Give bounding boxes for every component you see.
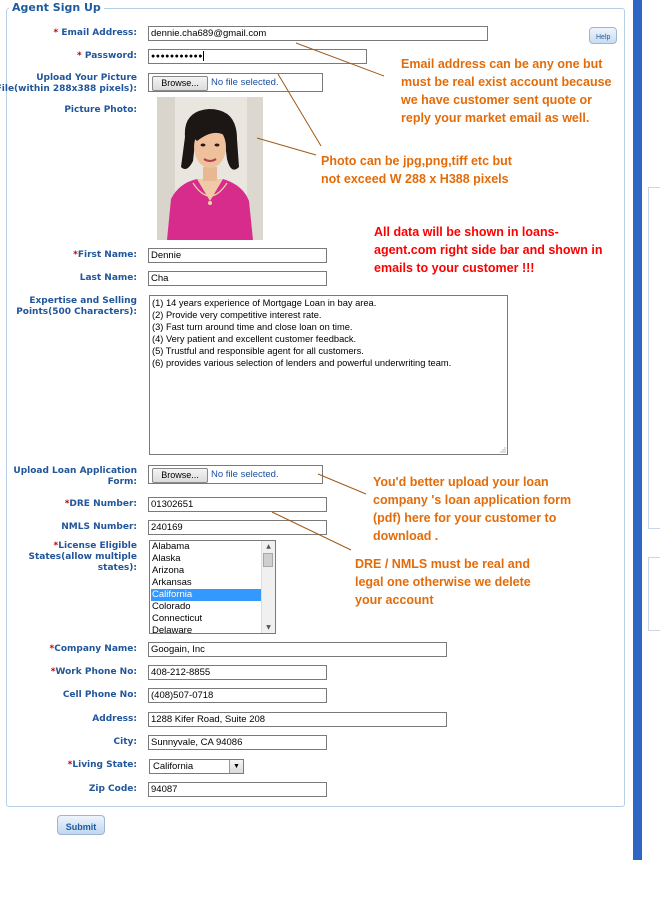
zip-code-field[interactable]: 94087 bbox=[148, 782, 327, 797]
state-option[interactable]: Arkansas bbox=[151, 577, 263, 589]
picture-browse-button[interactable]: Browse... bbox=[152, 76, 208, 91]
zip-code-label: Zip Code: bbox=[88, 784, 137, 794]
chevron-down-icon[interactable]: ▼ bbox=[229, 760, 243, 773]
expertise-line: (1) 14 years experience of Mortgage Loan… bbox=[152, 298, 377, 308]
picture-file-status: No file selected. bbox=[211, 77, 279, 88]
expertise-textarea[interactable]: (1) 14 years experience of Mortgage Loan… bbox=[149, 295, 508, 455]
address-field[interactable]: 1288 Kifer Road, Suite 208 bbox=[148, 712, 447, 727]
expertise-line: (3) Fast turn around time and close loan… bbox=[152, 322, 353, 332]
loan-application-label: Upload Loan Application Form: bbox=[13, 466, 137, 487]
agent-photo bbox=[157, 97, 263, 240]
company-name-field[interactable]: Googain, Inc bbox=[148, 642, 447, 657]
right-sidebar-panel bbox=[648, 187, 660, 529]
loan-application-browse-button[interactable]: Browse... bbox=[152, 468, 208, 483]
email-label: * Email Address: bbox=[53, 28, 137, 38]
first-name-label: *First Name: bbox=[73, 250, 137, 260]
right-sidebar-panel-lower bbox=[648, 557, 660, 631]
loan-application-file-input[interactable]: Browse... No file selected. bbox=[148, 465, 323, 484]
password-label: * Password: bbox=[77, 51, 137, 61]
state-option[interactable]: Delaware bbox=[151, 625, 263, 633]
license-states-listbox[interactable]: Alabama Alaska Arizona Arkansas Californ… bbox=[149, 540, 276, 634]
dre-number-field[interactable]: 01302651 bbox=[148, 497, 327, 512]
expertise-label: Expertise and Selling Points(500 Characte… bbox=[16, 296, 137, 317]
form-title: Agent Sign Up bbox=[9, 1, 104, 15]
scroll-up-icon[interactable]: ▲ bbox=[262, 541, 275, 552]
state-option[interactable]: Alabama bbox=[151, 541, 263, 553]
scrollbar-thumb[interactable] bbox=[263, 553, 273, 567]
cell-phone-field[interactable]: (408)507-0718 bbox=[148, 688, 327, 703]
living-state-label: *Living State: bbox=[67, 760, 137, 770]
expertise-line: (6) provides various selection of lender… bbox=[152, 358, 452, 368]
email-field[interactable]: dennie.cha689@gmail.com bbox=[148, 26, 488, 41]
picture-photo-label: Picture Photo: bbox=[64, 105, 137, 115]
work-phone-field[interactable]: 408-212-8855 bbox=[148, 665, 327, 680]
state-option-selected[interactable]: California bbox=[151, 589, 263, 601]
resize-grip-icon[interactable] bbox=[500, 447, 506, 453]
license-states-label: *License Eligible States(allow multiple st… bbox=[28, 541, 138, 573]
cell-phone-label: Cell Phone No: bbox=[62, 690, 137, 700]
dre-number-label: *DRE Number: bbox=[64, 499, 137, 509]
loan-application-note: You'd better upload your loan company 's… bbox=[373, 475, 572, 543]
data-note: All data will be shown in loans- agent.c… bbox=[374, 225, 603, 275]
expertise-line: (5) Trustful and responsible agent for a… bbox=[152, 346, 364, 356]
company-name-label: *Company Name: bbox=[49, 644, 138, 654]
living-state-value: California bbox=[153, 761, 194, 772]
loan-application-file-status: No file selected. bbox=[211, 469, 279, 480]
state-option[interactable]: Colorado bbox=[151, 601, 263, 613]
nmls-number-field[interactable]: 240169 bbox=[148, 520, 327, 535]
dre-nmls-note: DRE / NMLS must be real and legal one ot… bbox=[355, 557, 531, 607]
listbox-scrollbar[interactable]: ▲ ▼ bbox=[261, 541, 275, 633]
last-name-label: Last Name: bbox=[79, 273, 137, 283]
email-note: Email address can be any one but must be… bbox=[401, 57, 612, 125]
living-state-select[interactable]: California ▼ bbox=[149, 759, 244, 774]
picture-upload-label: Upload Your Picture File(within 288x388 p… bbox=[0, 73, 137, 94]
scroll-down-icon[interactable]: ▼ bbox=[262, 622, 275, 633]
password-field[interactable]: ●●●●●●●●●●● bbox=[148, 49, 367, 64]
picture-file-input[interactable]: Browse... No file selected. bbox=[148, 73, 323, 92]
nmls-number-label: NMLS Number: bbox=[61, 522, 137, 532]
state-option[interactable]: Alaska bbox=[151, 553, 263, 565]
city-label: City: bbox=[113, 737, 137, 747]
state-option[interactable]: Connecticut bbox=[151, 613, 263, 625]
submit-button[interactable]: Submit bbox=[57, 815, 105, 835]
work-phone-label: *Work Phone No: bbox=[50, 667, 137, 677]
expertise-line: (4) Very patient and excellent customer … bbox=[152, 334, 357, 344]
state-option[interactable]: Arizona bbox=[151, 565, 263, 577]
first-name-field[interactable]: Dennie bbox=[148, 248, 327, 263]
address-label: Address: bbox=[92, 714, 137, 724]
photo-note: Photo can be jpg,png,tiff etc but not ex… bbox=[321, 154, 512, 186]
expertise-line: (2) Provide very competitive interest ra… bbox=[152, 310, 322, 320]
city-field[interactable]: Sunnyvale, CA 94086 bbox=[148, 735, 327, 750]
last-name-field[interactable]: Cha bbox=[148, 271, 327, 286]
help-button[interactable]: Help bbox=[589, 27, 617, 44]
right-sidebar-edge bbox=[633, 0, 642, 860]
